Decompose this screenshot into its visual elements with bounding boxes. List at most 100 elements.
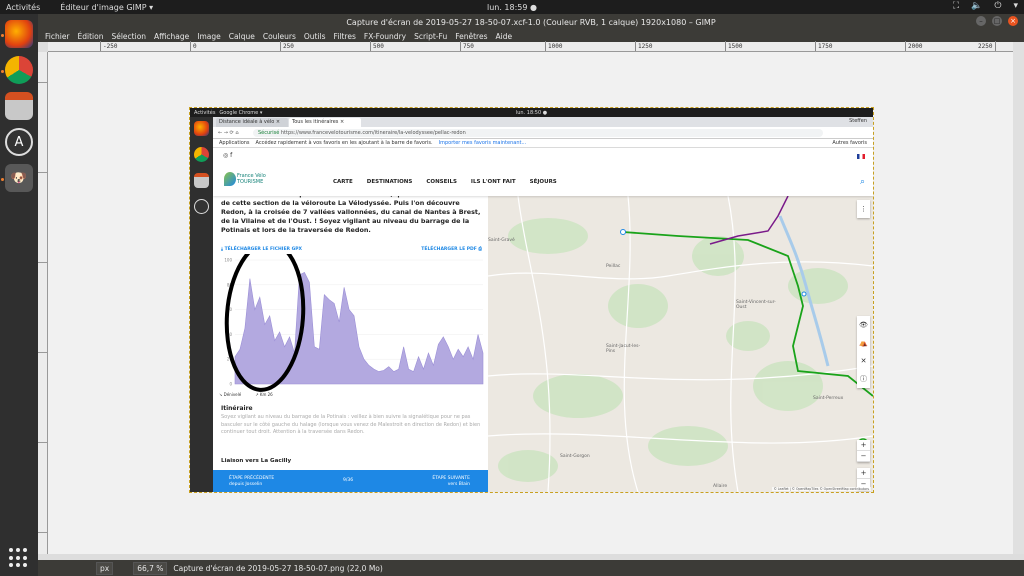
menu-selection[interactable]: Sélection <box>107 32 150 41</box>
menu-fichier[interactable]: Fichier <box>41 32 74 41</box>
menu-fenetres[interactable]: Fenêtres <box>451 32 491 41</box>
bookmarks-hint: Accédez rapidement à vos favoris en les … <box>255 140 433 146</box>
volume-icon: 🔈 <box>971 1 983 11</box>
y-tick-label: 100 <box>224 258 232 263</box>
files-icon[interactable] <box>5 92 33 120</box>
chrome-icon[interactable] <box>5 56 33 84</box>
browser-tab: Distance idéale à vélo × <box>216 118 288 127</box>
y-tick-label: 0 <box>229 382 232 387</box>
route-map: Peillac Saint-Vincent-sur-Oust Saint-Jac… <box>488 196 873 492</box>
gimp-title-bar: Capture d'écran de 2019-05-27 18-50-07.x… <box>38 14 1024 30</box>
secure-label: Sécurisé <box>258 129 280 136</box>
system-clock[interactable]: lun. 18:59 ● <box>0 3 1024 12</box>
vertical-scrollbar[interactable] <box>1013 42 1024 554</box>
map-label: Saint-Vincent-sur-Oust <box>736 300 776 310</box>
menu-aide[interactable]: Aide <box>492 32 517 41</box>
running-indicator <box>1 178 4 181</box>
nav-destinations: DESTINATIONS <box>366 179 413 185</box>
running-indicator <box>1 34 4 37</box>
software-center-icon[interactable]: A <box>5 128 33 156</box>
zoom-in-icon: + <box>857 468 870 479</box>
unit-selector[interactable]: px <box>96 561 114 575</box>
browser-tab-strip: Distance idéale à vélo × Tous les itinér… <box>213 117 873 127</box>
system-tray[interactable]: ⛶ 🔈 ⏻ ▾ <box>953 1 1018 11</box>
map-attribution: © Leaflet | © OpenMapTiles © OpenStreetM… <box>771 487 871 491</box>
browser-address-bar: ← → ⟳ ⌂ Sécurisé https://www.francevelot… <box>213 127 873 139</box>
zoom-out-icon: − <box>857 451 870 462</box>
inner-dock <box>190 117 213 492</box>
menu-couleurs[interactable]: Couleurs <box>259 32 300 41</box>
zoom-in-icon: + <box>857 440 870 451</box>
ruler-label: 1750 <box>818 43 833 50</box>
menu-filtres[interactable]: Filtres <box>330 32 360 41</box>
system-menu-icon: ▾ <box>1013 1 1018 11</box>
menu-calque[interactable]: Calque <box>225 32 259 41</box>
site-header: ◎ f France Vélo TOURISME CARTE DESTINATI… <box>213 148 873 196</box>
network-icon: ⛶ <box>952 1 960 11</box>
nav-conseils: CONSEILS <box>426 179 457 185</box>
logo-leaf-icon <box>224 172 236 186</box>
menu-edition[interactable]: Édition <box>74 32 108 41</box>
ruler-label: 750 <box>463 43 474 50</box>
liaison-heading: Liaison vers La Gacilly <box>221 458 292 464</box>
vertical-ruler[interactable] <box>38 52 48 554</box>
nav-carte: CARTE <box>333 179 353 185</box>
stage-navigation-bar: ÉTAPE PRÉCÉDENTE depuis Josselin 9/36 ÉT… <box>213 470 488 492</box>
activities-button[interactable]: Activités <box>0 3 46 12</box>
ruler-label: 250 <box>283 43 294 50</box>
firefox-icon[interactable] <box>5 20 33 48</box>
map-tools: 👁 ⛺ ✕ ⓘ <box>857 316 870 388</box>
nav-arrows-icon: ← → ⟳ ⌂ <box>218 129 239 136</box>
map-label: Allaire <box>713 484 728 489</box>
instagram-facebook-icons: ◎ f <box>223 152 233 159</box>
ruler-label: 1500 <box>728 43 743 50</box>
site-nav: CARTE DESTINATIONS CONSEILS ILS L'ONT FA… <box>333 179 557 185</box>
inner-top-bar: Activités Google Chrome ▾ lun. 18:50 ● <box>190 108 873 117</box>
minimize-icon[interactable]: – <box>976 16 986 26</box>
legend-elevation: ↘ Dénivelé <box>219 392 242 397</box>
stage-counter: 9/36 <box>343 478 354 483</box>
more-vert-icon: ⋮ <box>860 205 867 213</box>
image-canvas[interactable]: Activités Google Chrome ▾ lun. 18:50 ● D… <box>189 107 874 493</box>
ruler-label: -250 <box>103 43 118 50</box>
elevation-profile-chart: 100806040200 <box>224 254 484 392</box>
app-menu[interactable]: Éditeur d'image GIMP ▾ <box>46 3 153 12</box>
browser-tab-active: Tous les itinéraires × <box>289 118 361 127</box>
gimp-icon[interactable]: 🐶 <box>5 164 33 192</box>
previous-stage: ÉTAPE PRÉCÉDENTE depuis Josselin <box>229 476 275 487</box>
map-label: Saint-Jacut-les-Pins <box>606 344 641 354</box>
show-applications-icon[interactable] <box>9 548 29 568</box>
power-icon: ⏻ <box>994 1 1002 11</box>
menu-affichage[interactable]: Affichage <box>150 32 193 41</box>
maximize-icon[interactable]: □ <box>992 16 1002 26</box>
menu-image[interactable]: Image <box>193 32 225 41</box>
map-label: Saint-Gravé <box>488 238 515 243</box>
ruler-corner[interactable] <box>38 42 48 52</box>
zoom-selector[interactable]: 66,7 % <box>133 561 168 575</box>
menu-outils[interactable]: Outils <box>300 32 330 41</box>
bookmarks-bar: Applications Accédez rapidement à vos fa… <box>213 139 873 148</box>
status-message: Capture d'écran de 2019-05-27 18-50-07.p… <box>173 563 383 573</box>
french-flag-icon <box>857 154 865 159</box>
horizontal-ruler[interactable]: -250 0 250 500 750 1000 1250 1500 1750 2… <box>48 41 1013 52</box>
logo-line2: TOURISME <box>237 179 264 185</box>
ruler-label: 2000 <box>908 43 923 50</box>
bookmarks-import-link: Importer mes favoris maintenant... <box>438 140 527 146</box>
menu-fx-foundry[interactable]: FX-Foundry <box>360 32 410 41</box>
map-tiles <box>488 196 873 492</box>
ruler-label: 1000 <box>548 43 563 50</box>
map-zoom-control: + − <box>857 440 870 462</box>
close-icon[interactable]: × <box>1008 16 1018 26</box>
bookmarks-apps: Applications <box>219 140 250 146</box>
next-stage: ÉTAPE SUIVANTE vers Blain <box>432 476 470 487</box>
menu-script-fu[interactable]: Script-Fu <box>410 32 451 41</box>
bed-icon: ⛺ <box>859 339 868 347</box>
eye-icon: 👁 <box>859 321 868 329</box>
window-title: Capture d'écran de 2019-05-27 18-50-07.x… <box>346 17 716 27</box>
browser-user: Steffen <box>849 118 867 124</box>
download-gpx-link: ⤓ TÉLÉCHARGER LE FICHIER GPX <box>221 247 303 252</box>
download-pdf-link: TÉLÉCHARGER LE PDF ⎙ <box>421 247 482 252</box>
itinerary-title: Itinéraire <box>221 405 253 412</box>
map-label: Saint-Perreux <box>813 396 844 401</box>
ruler-label: 2250 <box>978 43 993 50</box>
